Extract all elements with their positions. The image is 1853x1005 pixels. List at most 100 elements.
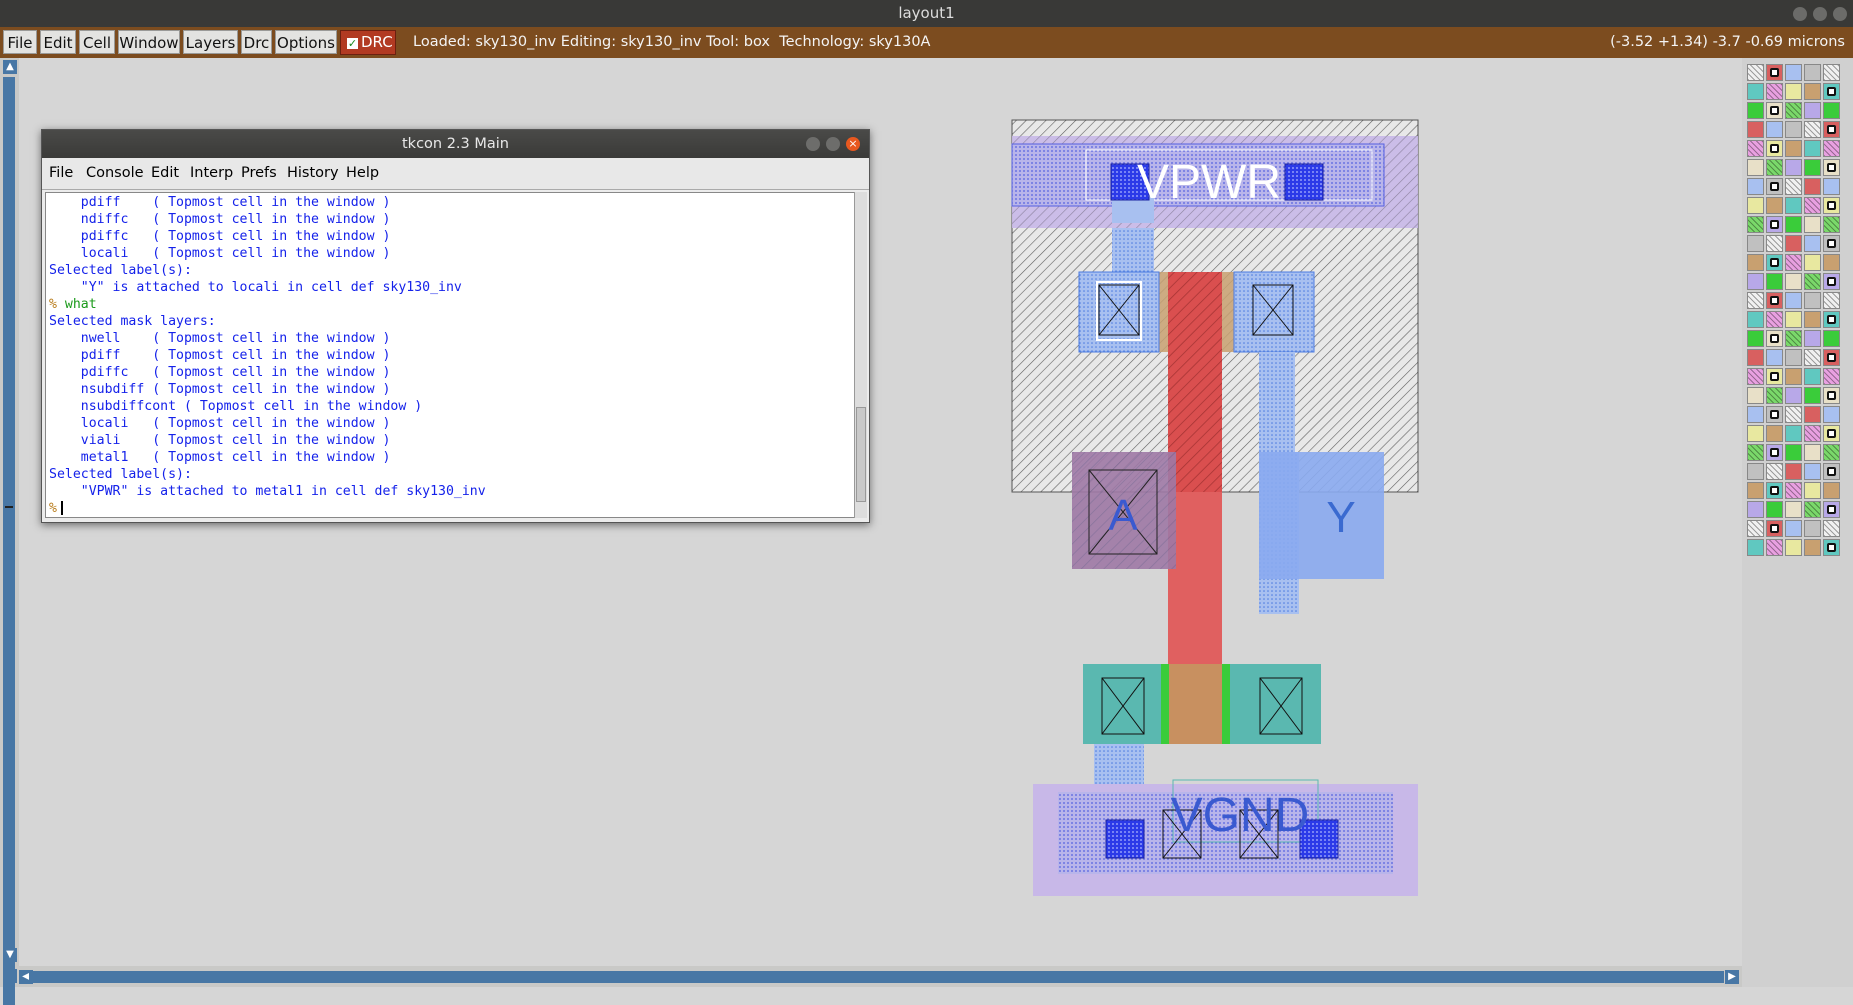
- layer-swatch[interactable]: [1804, 501, 1821, 518]
- layer-swatch[interactable]: [1823, 349, 1840, 366]
- layer-swatch[interactable]: [1747, 482, 1764, 499]
- layer-swatch[interactable]: [1823, 235, 1840, 252]
- layer-swatch[interactable]: [1785, 406, 1802, 423]
- layer-swatch[interactable]: [1785, 425, 1802, 442]
- layer-swatch[interactable]: [1747, 159, 1764, 176]
- layer-swatch[interactable]: [1766, 368, 1783, 385]
- layer-swatch[interactable]: [1747, 520, 1764, 537]
- layer-swatch[interactable]: [1785, 216, 1802, 233]
- layer-swatch[interactable]: [1804, 482, 1821, 499]
- layer-swatch[interactable]: [1747, 197, 1764, 214]
- layer-swatch[interactable]: [1823, 406, 1840, 423]
- layer-swatch[interactable]: [1823, 425, 1840, 442]
- tkcon-minimize-icon[interactable]: [806, 137, 820, 151]
- layer-swatch[interactable]: [1785, 482, 1802, 499]
- layer-swatch[interactable]: [1804, 463, 1821, 480]
- layer-swatch[interactable]: [1785, 349, 1802, 366]
- menu-options[interactable]: Options: [275, 30, 337, 54]
- layer-swatch[interactable]: [1823, 159, 1840, 176]
- layer-swatch[interactable]: [1785, 292, 1802, 309]
- layer-swatch[interactable]: [1804, 368, 1821, 385]
- layer-swatch[interactable]: [1766, 349, 1783, 366]
- scroll-up-icon[interactable]: ▲: [3, 60, 17, 74]
- layer-swatch[interactable]: [1766, 311, 1783, 328]
- layer-swatch[interactable]: [1823, 501, 1840, 518]
- layer-swatch[interactable]: [1747, 102, 1764, 119]
- layer-swatch[interactable]: [1766, 121, 1783, 138]
- layer-swatch[interactable]: [1823, 311, 1840, 328]
- layer-swatch[interactable]: [1747, 178, 1764, 195]
- layer-swatch[interactable]: [1766, 64, 1783, 81]
- layer-swatch[interactable]: [1747, 121, 1764, 138]
- layer-swatch[interactable]: [1823, 444, 1840, 461]
- layer-swatch[interactable]: [1747, 330, 1764, 347]
- layer-swatch[interactable]: [1804, 140, 1821, 157]
- layer-swatch[interactable]: [1823, 539, 1840, 556]
- layer-swatch[interactable]: [1766, 501, 1783, 518]
- layer-swatch[interactable]: [1823, 482, 1840, 499]
- tkcon-menu-interp[interactable]: Interp: [190, 158, 233, 189]
- layer-swatch[interactable]: [1804, 444, 1821, 461]
- layer-swatch[interactable]: [1823, 83, 1840, 100]
- layer-swatch[interactable]: [1804, 102, 1821, 119]
- layer-swatch[interactable]: [1785, 311, 1802, 328]
- layer-swatch[interactable]: [1747, 406, 1764, 423]
- tkcon-menu-edit[interactable]: Edit: [151, 158, 179, 189]
- layer-swatch[interactable]: [1804, 273, 1821, 290]
- layer-swatch[interactable]: [1823, 273, 1840, 290]
- layer-swatch[interactable]: [1766, 235, 1783, 252]
- layer-swatch[interactable]: [1766, 178, 1783, 195]
- layer-swatch[interactable]: [1747, 273, 1764, 290]
- layer-swatch[interactable]: [1785, 330, 1802, 347]
- layer-swatch[interactable]: [1823, 254, 1840, 271]
- layer-swatch[interactable]: [1823, 140, 1840, 157]
- layer-swatch[interactable]: [1804, 121, 1821, 138]
- layer-swatch[interactable]: [1766, 425, 1783, 442]
- maximize-icon[interactable]: [1813, 7, 1827, 21]
- layer-swatch[interactable]: [1747, 311, 1764, 328]
- layer-swatch[interactable]: [1804, 64, 1821, 81]
- vertical-scroll-track[interactable]: [3, 77, 15, 1005]
- layer-swatch[interactable]: [1785, 64, 1802, 81]
- layer-swatch[interactable]: [1785, 368, 1802, 385]
- layer-swatch[interactable]: [1747, 368, 1764, 385]
- layer-swatch[interactable]: [1785, 520, 1802, 537]
- layer-swatch[interactable]: [1823, 387, 1840, 404]
- close-icon[interactable]: [1833, 7, 1847, 21]
- layer-swatch[interactable]: [1804, 254, 1821, 271]
- layer-swatch[interactable]: [1766, 387, 1783, 404]
- layer-swatch[interactable]: [1785, 463, 1802, 480]
- layer-swatch[interactable]: [1785, 83, 1802, 100]
- scroll-down-icon[interactable]: ▼: [3, 948, 17, 962]
- layer-swatch[interactable]: [1747, 83, 1764, 100]
- layer-swatch[interactable]: [1823, 197, 1840, 214]
- tkcon-close-icon[interactable]: ×: [846, 137, 860, 151]
- layer-swatch[interactable]: [1766, 83, 1783, 100]
- layer-swatch[interactable]: [1785, 235, 1802, 252]
- layer-swatch[interactable]: [1747, 463, 1764, 480]
- tkcon-scroll-thumb[interactable]: [856, 407, 866, 502]
- layer-swatch[interactable]: [1785, 444, 1802, 461]
- layer-swatch[interactable]: [1804, 330, 1821, 347]
- horizontal-scroll-track[interactable]: [29, 971, 1724, 983]
- scroll-right-icon[interactable]: ▶: [1725, 970, 1739, 984]
- layer-swatch[interactable]: [1785, 159, 1802, 176]
- layer-swatch[interactable]: [1823, 368, 1840, 385]
- layer-swatch[interactable]: [1766, 273, 1783, 290]
- tkcon-menu-prefs[interactable]: Prefs: [241, 158, 277, 189]
- layer-swatch[interactable]: [1785, 387, 1802, 404]
- menu-layers[interactable]: Layers: [183, 30, 238, 54]
- layer-swatch[interactable]: [1823, 463, 1840, 480]
- layer-swatch[interactable]: [1747, 235, 1764, 252]
- layer-swatch[interactable]: [1804, 178, 1821, 195]
- tkcon-window[interactable]: tkcon 2.3 Main × File Console Edit Inter…: [41, 129, 870, 523]
- layer-swatch[interactable]: [1804, 83, 1821, 100]
- minimize-icon[interactable]: [1793, 7, 1807, 21]
- layer-swatch[interactable]: [1766, 254, 1783, 271]
- layer-swatch[interactable]: [1785, 140, 1802, 157]
- horizontal-scrollbar[interactable]: ◀ ▶: [9, 966, 1742, 987]
- layer-swatch[interactable]: [1804, 235, 1821, 252]
- layer-swatch[interactable]: [1804, 387, 1821, 404]
- layer-swatch[interactable]: [1785, 102, 1802, 119]
- layer-swatch[interactable]: [1766, 330, 1783, 347]
